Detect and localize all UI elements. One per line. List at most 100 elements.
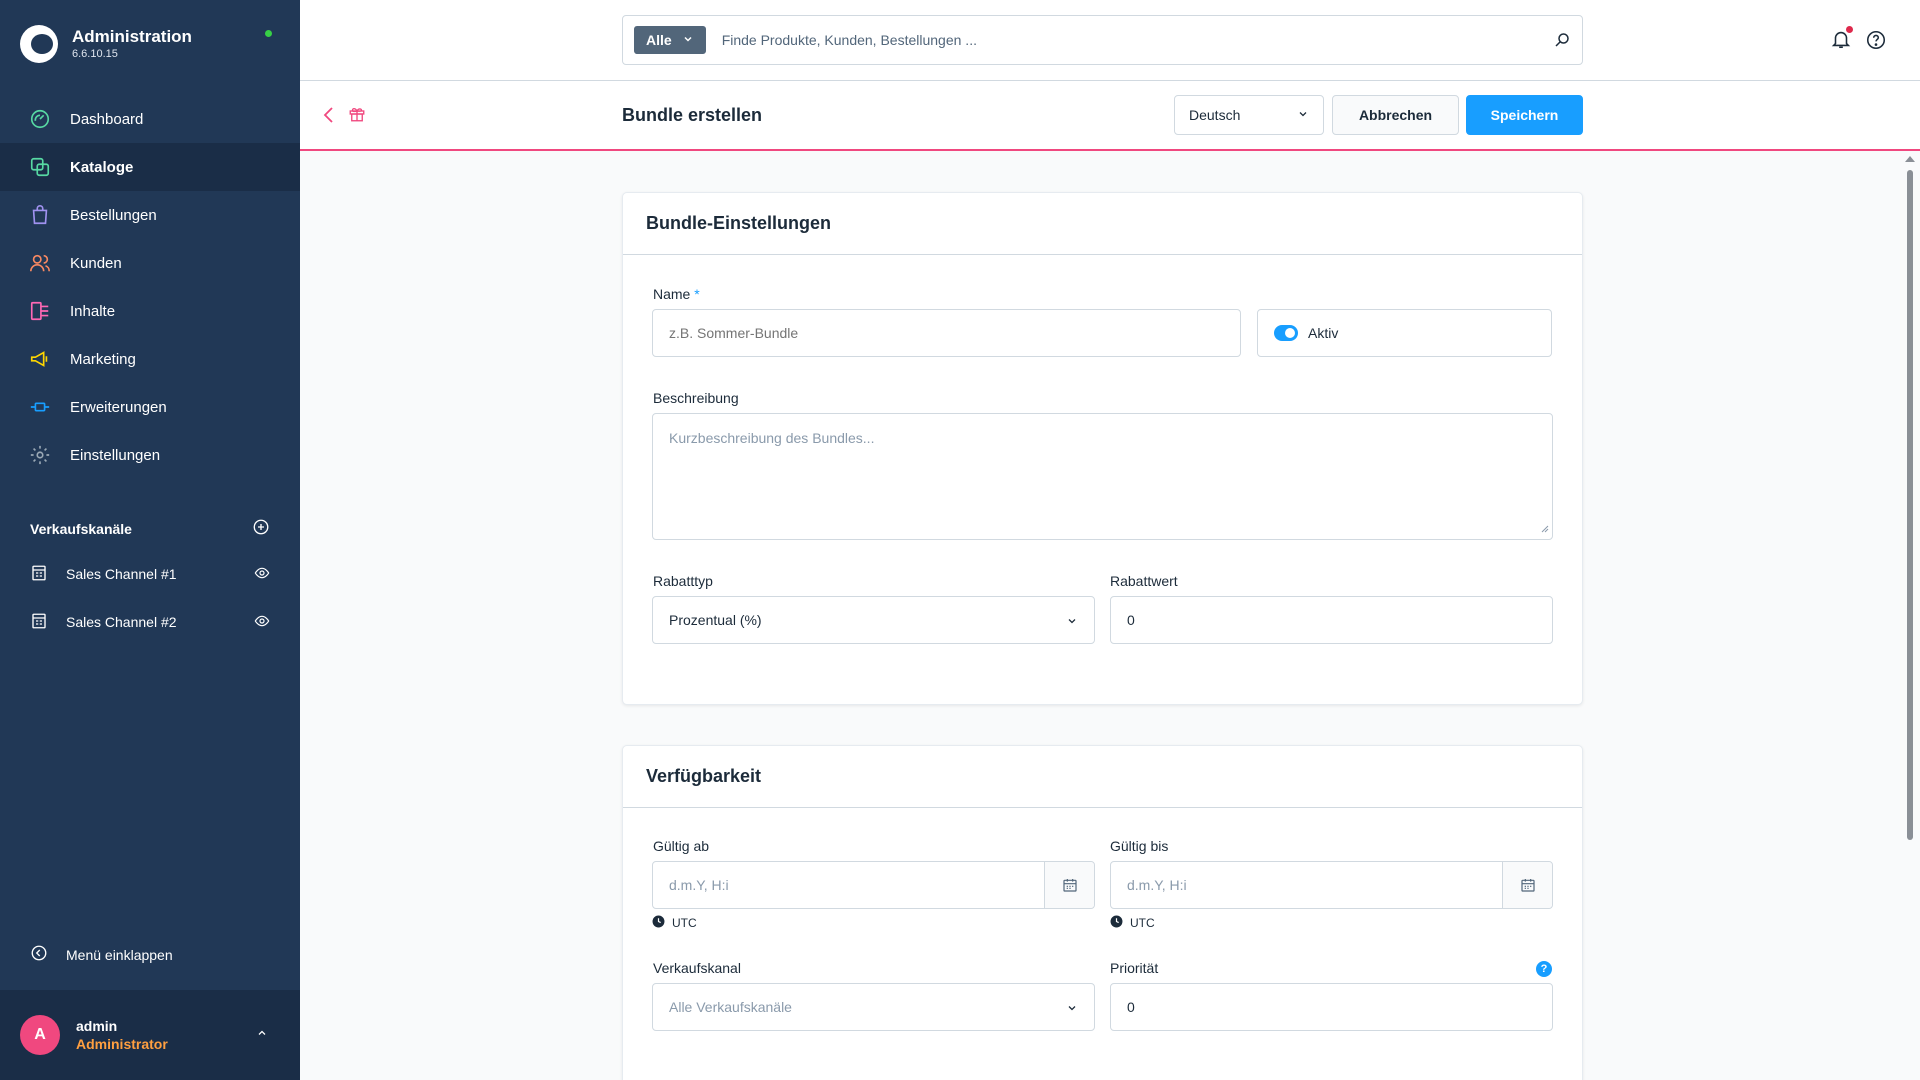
settings-icon [28, 443, 52, 467]
calendar-icon[interactable] [1044, 862, 1094, 908]
smart-bar: Bundle erstellen Deutsch Abbrechen Speic… [300, 81, 1920, 151]
search-input[interactable] [721, 32, 1542, 48]
nav-label: Erweiterungen [70, 398, 167, 416]
search-type-select[interactable]: Alle [634, 26, 706, 54]
chevron-left-circle-icon [30, 944, 48, 965]
nav-item-dashboard[interactable]: Dashboard [0, 95, 300, 143]
valid-to-input[interactable]: d.m.Y, H:i [1110, 861, 1553, 909]
resize-handle-icon[interactable] [1541, 520, 1549, 536]
avatar: A [20, 1015, 60, 1055]
nav-label: Kataloge [70, 158, 134, 176]
customers-icon [28, 251, 52, 275]
sales-channels-title: Verkaufskanäle [30, 520, 132, 537]
active-label: Aktiv [1308, 325, 1339, 341]
collapse-menu-label: Menü einklappen [66, 946, 173, 963]
main-nav: Dashboard Kataloge Bestellungen Kunden I… [0, 95, 300, 479]
availability-card: Verfügbarkeit Gültig ab d.m.Y, H:i UTC G… [622, 745, 1583, 1080]
discount-value-input[interactable]: 0 [1110, 596, 1553, 644]
language-switch[interactable]: Deutsch [1174, 95, 1324, 135]
user-role: Administrator [76, 1036, 168, 1052]
calendar-icon[interactable] [1502, 862, 1552, 908]
discount-type-label: Rabatttyp [653, 573, 713, 589]
scroll-up-arrow-icon[interactable] [1905, 156, 1915, 162]
help-icon[interactable] [1865, 29, 1887, 56]
sales-channel-item[interactable]: Sales Channel #2 [0, 598, 300, 646]
scrollbar-thumb[interactable] [1907, 170, 1913, 840]
timezone-label: UTC [1130, 916, 1155, 930]
global-search: Alle [622, 15, 1583, 65]
active-switch-field: Aktiv [1257, 309, 1552, 357]
app-title: Administration [72, 27, 192, 46]
timezone-hint: UTC [652, 915, 697, 931]
nav-label: Inhalte [70, 302, 116, 320]
priority-label: Priorität [1110, 960, 1159, 976]
card-title: Verfügbarkeit [623, 746, 1582, 808]
nav-item-extensions[interactable]: Erweiterungen [0, 383, 300, 431]
page-title: Bundle erstellen [622, 105, 763, 125]
gift-icon [348, 105, 366, 128]
sales-channel-select[interactable]: Alle Verkaufskanäle [652, 983, 1095, 1031]
nav-item-customers[interactable]: Kunden [0, 239, 300, 287]
eye-icon[interactable] [254, 565, 270, 584]
notifications-bell-icon[interactable] [1830, 26, 1853, 55]
orders-icon [28, 203, 52, 227]
user-menu[interactable]: A admin Administrator [0, 990, 300, 1080]
description-label: Beschreibung [653, 390, 739, 406]
discount-value: 0 [1127, 612, 1135, 628]
chevron-up-icon[interactable] [256, 1026, 268, 1044]
active-toggle[interactable] [1274, 325, 1298, 341]
sidebar: Administration 6.6.10.15 Dashboard Katal… [0, 0, 300, 1080]
description-textarea[interactable]: Kurzbeschreibung des Bundles... [652, 413, 1553, 540]
valid-from-label: Gültig ab [653, 838, 710, 854]
dashboard-icon [28, 107, 52, 131]
sales-channel-label: Sales Channel #2 [66, 614, 177, 630]
name-label-text: Name [653, 286, 691, 302]
valid-to-placeholder: d.m.Y, H:i [1127, 877, 1187, 893]
timezone-hint: UTC [1110, 915, 1155, 931]
nav-item-marketing[interactable]: Marketing [0, 335, 300, 383]
timezone-label: UTC [672, 916, 697, 930]
search-icon[interactable] [1542, 31, 1582, 49]
sales-channel-label: Verkaufskanal [653, 960, 741, 976]
cancel-button[interactable]: Abbrechen [1332, 95, 1459, 135]
name-input[interactable] [652, 309, 1241, 357]
valid-from-placeholder: d.m.Y, H:i [669, 877, 729, 893]
priority-value: 0 [1127, 999, 1135, 1015]
nav-label: Einstellungen [70, 446, 161, 464]
storefront-icon [30, 612, 48, 633]
nav-label: Bestellungen [70, 206, 157, 224]
sales-channel-label: Sales Channel #1 [66, 566, 177, 582]
nav-label: Kunden [70, 254, 122, 272]
clock-icon [652, 915, 665, 931]
collapse-menu-button[interactable]: Menü einklappen [30, 944, 173, 965]
discount-type-value: Prozentual (%) [669, 612, 762, 628]
back-arrow-icon[interactable] [322, 105, 336, 130]
nav-item-settings[interactable]: Einstellungen [0, 431, 300, 479]
sales-channel-placeholder: Alle Verkaufskanäle [669, 999, 792, 1015]
user-name: admin [76, 1018, 118, 1034]
content-icon [28, 299, 52, 323]
help-icon[interactable]: ? [1536, 961, 1552, 977]
chevron-down-icon [1297, 107, 1309, 123]
chevron-down-icon [1066, 1001, 1078, 1017]
discount-type-select[interactable]: Prozentual (%) [652, 596, 1095, 644]
card-title: Bundle-Einstellungen [623, 193, 1582, 255]
valid-to-label: Gültig bis [1110, 838, 1169, 854]
valid-from-input[interactable]: d.m.Y, H:i [652, 861, 1095, 909]
marketing-icon [28, 347, 52, 371]
extensions-icon [28, 395, 52, 419]
eye-icon[interactable] [254, 613, 270, 632]
nav-item-catalogs[interactable]: Kataloge [0, 143, 300, 191]
sales-channel-item[interactable]: Sales Channel #1 [0, 550, 300, 598]
nav-item-orders[interactable]: Bestellungen [0, 191, 300, 239]
brand[interactable]: Administration 6.6.10.15 [20, 22, 192, 66]
shopware-logo [20, 25, 58, 63]
nav-item-content[interactable]: Inhalte [0, 287, 300, 335]
app-version: 6.6.10.15 [72, 48, 118, 60]
clock-icon [1110, 915, 1123, 931]
description-placeholder: Kurzbeschreibung des Bundles... [669, 430, 875, 446]
notification-badge [1846, 26, 1853, 33]
save-button[interactable]: Speichern [1466, 95, 1583, 135]
add-sales-channel-icon[interactable] [252, 518, 270, 539]
priority-input[interactable]: 0 [1110, 983, 1553, 1031]
